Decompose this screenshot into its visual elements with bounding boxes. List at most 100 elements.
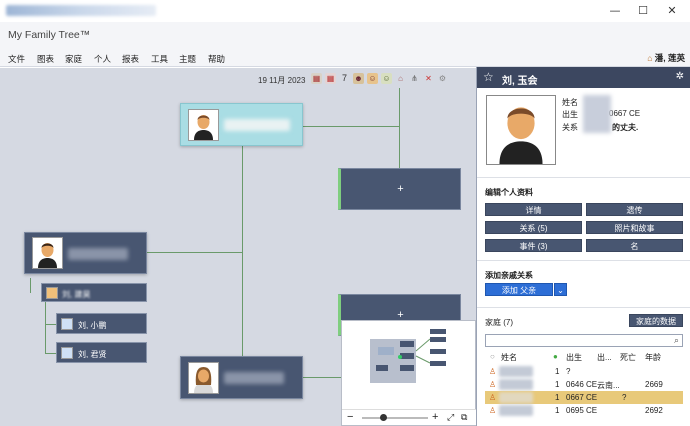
table-row[interactable]: ♙ 1 ? (485, 365, 683, 378)
cell-num: 1 (555, 406, 560, 415)
table-row[interactable]: ♙ 1 0695 CE 2692 (485, 404, 683, 417)
house-icon[interactable]: ⌂ (395, 73, 406, 84)
fit-icon[interactable]: ⤢ (447, 412, 454, 423)
gear-icon[interactable]: ✲ (676, 71, 684, 82)
user-menu[interactable]: ⌂ 潘, 莲英 (647, 52, 685, 64)
cell-num: 1 (555, 380, 560, 389)
zoom-out-button[interactable]: − (347, 411, 353, 423)
minimize-button[interactable]: — (606, 3, 624, 19)
connector-line (242, 143, 243, 357)
radio-icon: ○ (490, 352, 495, 361)
details-button[interactable]: 详情 (485, 203, 582, 216)
cell-born: 0695 CE (566, 406, 598, 415)
user-name: 潘, 莲英 (654, 53, 685, 63)
cell-num: 1 (555, 367, 560, 376)
search-input[interactable]: ⌕ (485, 334, 683, 347)
close-button[interactable]: ✕ (663, 3, 681, 19)
name-blurred (499, 379, 533, 390)
col-born-place[interactable]: 出... (597, 352, 612, 363)
child-node[interactable]: 刘, 小鹏 (56, 313, 147, 334)
tree-branch-icon[interactable]: ⋔ (409, 73, 420, 84)
star-icon[interactable]: ☆ (483, 70, 494, 84)
col-died[interactable]: 死亡 (620, 352, 636, 363)
family-icon[interactable]: ☺ (381, 73, 392, 84)
menu-charts[interactable]: 图表 (37, 53, 54, 65)
genetics-button[interactable]: 遗传 (586, 203, 683, 216)
person-node[interactable] (24, 232, 147, 274)
zoom-level: 7 (341, 73, 347, 83)
person-name-blurred (224, 119, 290, 131)
minimap-zoom-bar: − + ⤢ ⧉ (342, 409, 476, 425)
person-node[interactable] (180, 356, 303, 399)
table-row-selected[interactable]: ♙ 1 0667 CE ? (485, 391, 683, 404)
cell-age: 2669 (645, 380, 663, 389)
add-relative-title: 添加亲戚关系 (485, 271, 533, 280)
edit-profile-title: 编辑个人资料 (485, 188, 533, 197)
people-icon[interactable]: ☻ (353, 73, 364, 84)
relation-value: 的丈夫. (612, 123, 639, 132)
canvas-toolbar: ▦ ▦ 7 ☻ ☺ ☺ ⌂ ⋔ ✕ ⚙ (311, 73, 448, 87)
events-button[interactable]: 事件 (3) (485, 239, 582, 252)
photos-stories-button[interactable]: 照片和故事 (586, 221, 683, 234)
tree-canvas[interactable]: 19 11月 2023 ▦ ▦ 7 ☻ ☺ ☺ ⌂ ⋔ ✕ ⚙ + 刘, 建昊 … (0, 68, 476, 426)
col-age[interactable]: 年龄 (645, 352, 661, 363)
cell-born: ? (566, 367, 571, 376)
col-born[interactable]: 出生 (566, 352, 582, 363)
cell-born: 0667 CE (566, 393, 598, 402)
zoom-slider-thumb[interactable] (380, 414, 387, 421)
current-date: 19 11月 2023 (258, 76, 306, 85)
expand-icon[interactable]: ⧉ (461, 412, 467, 423)
zoom-in-button[interactable]: + (432, 411, 438, 423)
col-name[interactable]: 姓名 (501, 352, 517, 363)
names-button[interactable]: 名 (586, 239, 683, 252)
person-icon: ♙ (489, 393, 497, 402)
avatar (61, 318, 73, 330)
menu-help[interactable]: 帮助 (208, 53, 225, 65)
cell-died: ? (622, 393, 627, 402)
calendar-alt-icon[interactable]: ▦ (325, 73, 336, 84)
gear-icon[interactable]: ⚙ (437, 73, 448, 84)
tools-icon[interactable]: ✕ (423, 73, 434, 84)
connector-line (45, 302, 46, 354)
label-name: 姓名 (562, 98, 578, 107)
chevron-down-icon[interactable]: ⌄ (554, 283, 567, 296)
connector-line (399, 88, 400, 126)
person-node-selected[interactable] (180, 103, 303, 146)
relationships-button[interactable]: 关系 (5) (485, 221, 582, 234)
table-row[interactable]: ♙ 1 0646 CE 云南... 2669 (485, 378, 683, 391)
name-blurred (499, 405, 533, 416)
divider (477, 260, 690, 261)
panel-avatar[interactable] (486, 95, 556, 165)
menu-tools[interactable]: 工具 (151, 53, 168, 65)
person-node-small[interactable]: 刘, 建昊 (41, 283, 147, 302)
avatar (61, 347, 73, 359)
person-icon[interactable]: ☺ (367, 73, 378, 84)
child-node[interactable]: 刘, 君贤 (56, 342, 147, 363)
menu-reports[interactable]: 报表 (122, 53, 139, 65)
avatar (32, 237, 63, 269)
avatar (46, 287, 58, 299)
menu-file[interactable]: 文件 (8, 53, 25, 65)
connector-line (303, 126, 400, 127)
window-titlebar: — ☐ ✕ (0, 0, 690, 22)
person-icon: ♙ (489, 406, 497, 415)
maximize-button[interactable]: ☐ (634, 3, 652, 19)
minimap[interactable]: − + ⤢ ⧉ (341, 320, 476, 426)
alive-dot-icon: ● (553, 352, 558, 361)
calendar-icon[interactable]: ▦ (311, 73, 322, 84)
family-data-button[interactable]: 家庭的数据 (629, 314, 683, 327)
menu-themes[interactable]: 主题 (179, 53, 196, 65)
menu-family[interactable]: 家庭 (65, 53, 82, 65)
label-relation: 关系 (562, 123, 578, 132)
zoom-slider-track[interactable] (362, 417, 428, 419)
person-panel: ☆ 刘, 玉会 ✲ 姓名 出生 0667 CE 关系 的丈夫. 编辑个人资料 详… (476, 67, 690, 426)
avatar (188, 109, 219, 141)
menu-bar: 文件 图表 家庭 个人 报表 工具 主题 帮助 ⌂ 潘, 莲英 (0, 48, 690, 67)
add-person-node[interactable]: + (338, 168, 461, 210)
family-title: 家庭 (7) (485, 318, 513, 327)
person-name-blurred (224, 372, 284, 384)
menu-person[interactable]: 个人 (94, 53, 111, 65)
cell-age: 2692 (645, 406, 663, 415)
add-father-button[interactable]: 添加 父亲 (485, 283, 553, 296)
connector-line (399, 126, 400, 168)
